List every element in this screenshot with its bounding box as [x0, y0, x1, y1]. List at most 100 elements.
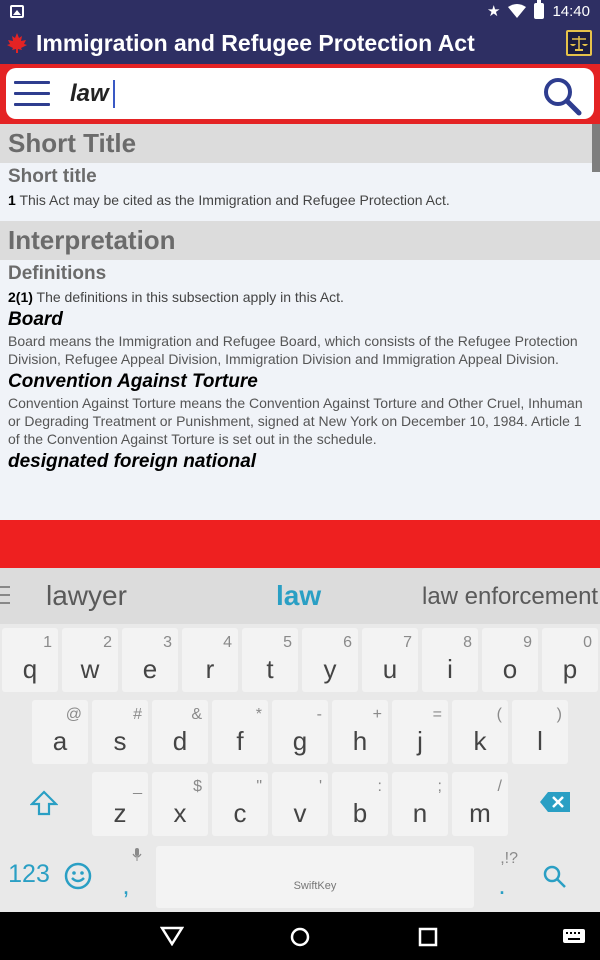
back-icon[interactable] [160, 926, 184, 946]
hamburger-menu-icon[interactable] [14, 81, 50, 107]
key-i[interactable]: 8i [422, 628, 478, 692]
key-hint: + [372, 706, 382, 723]
key-label: k [473, 726, 487, 756]
emoji-key[interactable] [58, 846, 98, 910]
status-time: 14:40 [552, 2, 590, 20]
key-label: p [562, 654, 578, 684]
key-f[interactable]: * f [212, 700, 268, 764]
key-g[interactable]: -g [272, 700, 328, 764]
section-1-paragraph: 1 This Act may be cited as the Immigrati… [0, 189, 600, 209]
search-icon[interactable] [542, 76, 582, 116]
key-label: q [22, 654, 38, 684]
keyboard-search-icon [543, 865, 566, 888]
key-hint: $ [193, 778, 202, 795]
key-x[interactable]: $ x [152, 772, 208, 836]
key-label: d [172, 726, 188, 756]
search-key[interactable] [528, 846, 584, 910]
act-content[interactable]: Short Title Short title 1 This Act may b… [0, 124, 600, 520]
key-w[interactable]: 2w [62, 628, 118, 692]
key-label: g [292, 726, 308, 756]
emoji-icon [64, 862, 92, 890]
app-title: Immigration and Refugee Protection Act [36, 30, 475, 56]
key-hint: * [255, 706, 262, 723]
keyboard-switch-icon[interactable] [562, 928, 586, 944]
key-s[interactable]: # s [92, 700, 148, 764]
wifi-icon [508, 4, 527, 18]
swiftkey-logo: SwiftKey [293, 880, 337, 892]
text-cursor [113, 80, 115, 108]
key-label: y [323, 654, 337, 684]
comma-label: , [122, 870, 130, 900]
key-hint: 0 [583, 634, 592, 651]
key-label: u [382, 654, 398, 684]
shift-key[interactable] [14, 772, 74, 836]
key-y[interactable]: 6y [302, 628, 358, 692]
battery-icon [534, 0, 545, 19]
keyboard: 123 , SwiftKey ,!? . 1q2w3e4r5t6y7u8i9o0… [0, 624, 600, 912]
suggestion-center[interactable]: law [276, 580, 321, 612]
backspace-key[interactable] [526, 772, 586, 836]
period-label: . [498, 870, 506, 900]
key-hint: = [432, 706, 442, 723]
scales-of-justice-icon[interactable] [566, 30, 592, 56]
key-p[interactable]: 0p [542, 628, 598, 692]
key-label: r [205, 654, 215, 684]
subheading-definitions: Definitions [8, 263, 107, 284]
key-hint: " [256, 778, 262, 795]
image-notification-icon [10, 5, 24, 18]
red-band [0, 520, 600, 568]
key-d[interactable]: & d [152, 700, 208, 764]
suggestion-menu-icon[interactable] [0, 586, 10, 610]
key-label: z [113, 798, 127, 828]
suggestion-left[interactable]: lawyer [46, 580, 127, 612]
key-hint: 9 [523, 634, 532, 651]
period-hint: ,!? [500, 850, 518, 867]
key-h[interactable]: + h [332, 700, 388, 764]
key-t[interactable]: 5t [242, 628, 298, 692]
status-bar: ★ 14:40 [0, 0, 600, 24]
key-label: f [236, 726, 244, 756]
key-q[interactable]: 1q [2, 628, 58, 692]
space-key[interactable]: SwiftKey [156, 846, 474, 908]
key-hint: 7 [403, 634, 412, 651]
key-z[interactable]: _ z [92, 772, 148, 836]
key-hint: 3 [163, 634, 172, 651]
key-k[interactable]: (k [452, 700, 508, 764]
key-hint: : [377, 778, 382, 795]
key-c[interactable]: " c [212, 772, 268, 836]
shift-icon [30, 790, 58, 816]
scrollbar[interactable] [592, 124, 600, 172]
key-j[interactable]: = j [392, 700, 448, 764]
key-u[interactable]: 7u [362, 628, 418, 692]
comma-key[interactable]: , [98, 846, 154, 910]
definition-board: Board means the Immigration and Refugee … [8, 333, 578, 367]
key-label: x [173, 798, 187, 828]
key-label: v [293, 798, 307, 828]
home-icon[interactable] [289, 926, 311, 948]
microphone-icon [132, 848, 142, 861]
key-hint: 4 [223, 634, 232, 651]
key-o[interactable]: 9o [482, 628, 538, 692]
recent-apps-icon[interactable] [418, 927, 438, 947]
key-a[interactable]: @ a [32, 700, 88, 764]
key-n[interactable]: ; n [392, 772, 448, 836]
key-e[interactable]: 3e [122, 628, 178, 692]
numbers-key[interactable]: 123 [0, 846, 58, 910]
key-r[interactable]: 4r [182, 628, 238, 692]
key-hint: ( [496, 706, 502, 723]
key-label: i [447, 654, 453, 684]
key-l[interactable]: ) l [512, 700, 568, 764]
period-key[interactable]: ,!? . [474, 846, 530, 910]
suggestion-right[interactable]: law enforcement [422, 583, 598, 611]
term-designated-foreign-national: designated foreign national [8, 451, 257, 472]
key-v[interactable]: ' v [272, 772, 328, 836]
section-number: 1 [8, 192, 16, 208]
key-label: l [537, 726, 543, 756]
key-m[interactable]: / m [452, 772, 508, 836]
key-b[interactable]: :b [332, 772, 388, 836]
search-input[interactable]: law [70, 80, 109, 108]
key-label: o [502, 654, 518, 684]
key-label: n [412, 798, 428, 828]
key-hint: - [316, 706, 322, 723]
term-convention-against-torture: Convention Against Torture [8, 371, 258, 392]
